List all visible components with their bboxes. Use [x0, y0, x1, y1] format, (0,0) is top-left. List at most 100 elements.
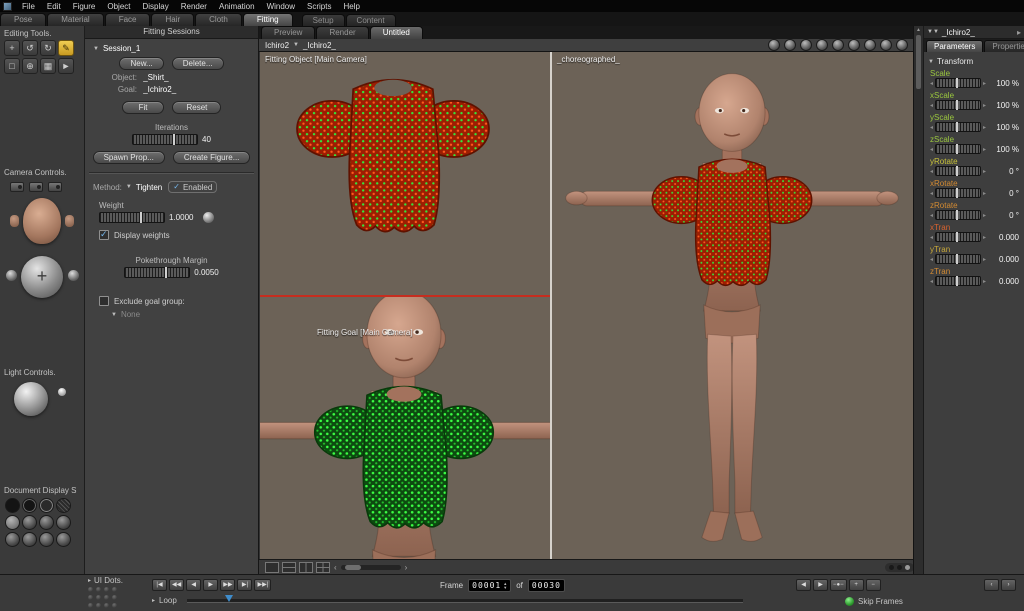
prev-keyframe-button[interactable]: ◀◀	[169, 579, 185, 591]
parameter-slider[interactable]	[935, 254, 982, 264]
twist-tool[interactable]: ↻	[40, 40, 56, 56]
spawn-prop-button[interactable]: Spawn Prop...	[92, 151, 165, 164]
light-indicator-icon[interactable]	[58, 388, 66, 396]
dial-right-arrow[interactable]: ▸	[983, 102, 986, 109]
dial-left-arrow[interactable]: ◂	[930, 102, 933, 109]
parameter-slider[interactable]	[935, 100, 982, 110]
ui-dot[interactable]	[96, 595, 101, 600]
ui-dot[interactable]	[96, 587, 101, 592]
texture-shaded-style[interactable]	[56, 532, 71, 547]
delete-session-button[interactable]: Delete...	[171, 57, 224, 70]
prev-key-button[interactable]: ◀	[796, 579, 811, 591]
quad-pane-icon[interactable]	[316, 562, 330, 573]
room-tab[interactable]: Pose	[0, 13, 47, 26]
split-vertical-icon[interactable]	[299, 562, 313, 573]
left-hand-camera-icon[interactable]	[10, 215, 19, 227]
iterations-slider[interactable]	[132, 134, 199, 145]
playhead-marker[interactable]	[224, 594, 233, 602]
ui-dot[interactable]	[96, 603, 101, 608]
chevron-right-icon[interactable]: ▸	[88, 577, 91, 584]
cartoon-style[interactable]	[56, 515, 71, 530]
scroll-right-icon[interactable]: ›	[404, 563, 409, 572]
zoom-view-icon[interactable]	[848, 39, 860, 51]
viewport-scrollbar[interactable]	[340, 565, 401, 570]
exclude-group-select[interactable]: ▼ None	[111, 310, 258, 319]
goal-value[interactable]: _Ichiro2_	[143, 85, 176, 94]
translate-tool[interactable]: +	[4, 40, 20, 56]
dial-left-arrow[interactable]: ◂	[930, 256, 933, 263]
session-selector[interactable]: ▼ Session_1	[93, 44, 258, 53]
grouping-tool[interactable]: ▦	[40, 58, 56, 74]
tab-parameters[interactable]: Parameters	[926, 40, 984, 52]
scroll-right-button[interactable]: ›	[1001, 579, 1016, 591]
tab-render[interactable]: Render	[316, 26, 369, 39]
delete-keyframe-button[interactable]: −	[865, 579, 881, 591]
ui-dot[interactable]	[112, 595, 117, 600]
next-keyframe-button[interactable]: ▶|	[237, 579, 253, 591]
parameter-slider[interactable]	[935, 210, 982, 220]
room-tab[interactable]: Material	[47, 13, 104, 26]
play-button[interactable]: ▶	[203, 579, 219, 591]
frame-stepper[interactable]: ▲ ▼	[503, 581, 507, 590]
menu-item[interactable]: File	[16, 2, 41, 11]
tab-preview[interactable]: Preview	[261, 26, 316, 39]
scroll-left-icon[interactable]: ‹	[333, 563, 338, 572]
dial-left-arrow[interactable]: ◂	[930, 168, 933, 175]
light-trackball[interactable]	[14, 382, 48, 416]
transform-section-header[interactable]: ▼ Transform	[928, 57, 1020, 66]
hidden-line-style[interactable]	[56, 498, 71, 513]
menu-item[interactable]: Help	[337, 2, 365, 11]
camera-knob[interactable]	[68, 270, 79, 281]
focus-view-icon[interactable]	[880, 39, 892, 51]
dial-right-arrow[interactable]: ▸	[983, 80, 986, 87]
ui-dot[interactable]	[104, 603, 109, 608]
lit-wireframe-style[interactable]	[5, 515, 20, 530]
panel-scrollbar[interactable]: ▲	[914, 26, 924, 575]
scale-view-icon[interactable]	[864, 39, 876, 51]
menu-item[interactable]: Window	[261, 2, 301, 11]
room-tab[interactable]: Face	[104, 13, 151, 26]
actor-header[interactable]: ▼▼ _Ichiro2_ ▸	[924, 26, 1024, 39]
chevron-right-icon[interactable]: ▸	[152, 597, 155, 604]
parameter-value[interactable]: 100 %	[996, 145, 1021, 154]
edit-keyframes-button[interactable]: −●−	[830, 579, 847, 591]
flat-shaded-style[interactable]	[22, 515, 37, 530]
camera-dot[interactable]	[889, 565, 894, 570]
camera-dot[interactable]	[905, 565, 910, 570]
step-forward-button[interactable]: ▶▶	[220, 579, 236, 591]
outline-style[interactable]	[22, 498, 37, 513]
tab-content[interactable]: Content	[345, 14, 396, 26]
menu-item[interactable]: Object	[101, 2, 136, 11]
dial-left-arrow[interactable]: ◂	[930, 146, 933, 153]
camera-dot[interactable]	[897, 565, 902, 570]
dial-left-arrow[interactable]: ◂	[930, 190, 933, 197]
roll-camera-icon[interactable]	[784, 39, 796, 51]
cartoon-lined-style[interactable]	[5, 532, 20, 547]
ui-dot[interactable]	[88, 595, 93, 600]
parameter-value[interactable]: 0.000	[999, 277, 1021, 286]
camera-preset-icon[interactable]	[48, 182, 62, 192]
camera-select[interactable]: Ichiro2	[265, 41, 289, 50]
camera-knob[interactable]	[6, 270, 17, 281]
actor-select[interactable]: _Ichiro2_	[303, 41, 336, 50]
scrollbar-thumb[interactable]	[916, 35, 921, 89]
dial-right-arrow[interactable]: ▸	[983, 278, 986, 285]
parameter-value[interactable]: 0 °	[1009, 167, 1021, 176]
room-tab[interactable]: Cloth	[195, 13, 242, 26]
dial-left-arrow[interactable]: ◂	[930, 234, 933, 241]
display-weights-checkbox[interactable]	[99, 229, 109, 240]
parameter-slider[interactable]	[935, 166, 982, 176]
scroll-left-button[interactable]: ‹	[984, 579, 999, 591]
add-keyframe-button[interactable]: +	[848, 579, 864, 591]
parameter-slider[interactable]	[935, 122, 982, 132]
step-back-button[interactable]: ◀	[186, 579, 202, 591]
room-tab[interactable]: Fitting	[242, 13, 293, 26]
dial-left-arrow[interactable]: ◂	[930, 278, 933, 285]
pokethrough-slider[interactable]	[124, 267, 191, 278]
create-figure-button[interactable]: Create Figure...	[172, 151, 251, 164]
smooth-shaded-style[interactable]	[22, 532, 37, 547]
camera-trackball[interactable]: +	[21, 256, 63, 298]
direct-manipulation-tool[interactable]: ►	[58, 58, 74, 74]
wireframe-style[interactable]	[39, 498, 54, 513]
parameter-slider[interactable]	[935, 78, 982, 88]
